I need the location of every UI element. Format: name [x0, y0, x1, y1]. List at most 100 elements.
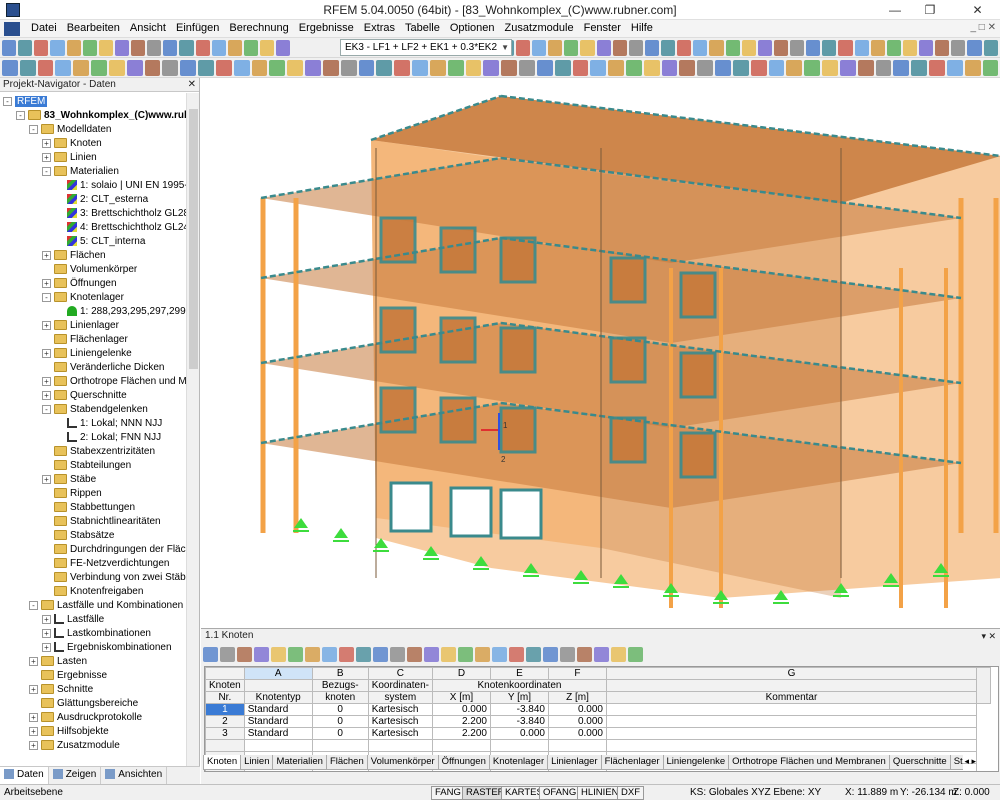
collapse-icon[interactable]: -: [42, 166, 51, 176]
toolbar-tool-icon[interactable]: [114, 40, 129, 56]
toolbar-tool-icon[interactable]: [108, 60, 125, 76]
toolbar-tool-icon[interactable]: [677, 40, 692, 56]
row-number[interactable]: 3: [205, 727, 245, 740]
toolbar-tool-icon[interactable]: [590, 60, 607, 76]
table-tab-linienlager[interactable]: Linienlager: [547, 755, 602, 770]
y-cell[interactable]: -3.840: [489, 715, 549, 728]
table-tab-volumenkorper[interactable]: Volumenkörper: [366, 755, 439, 770]
toolbar-tool-icon[interactable]: [394, 60, 411, 76]
toolbar-tool-icon[interactable]: [935, 40, 950, 56]
menu-fenster[interactable]: Fenster: [579, 22, 626, 34]
z-cell[interactable]: 0.000: [547, 715, 607, 728]
tree-item-flachenlager[interactable]: Flächenlager: [42, 333, 128, 347]
toolbar-tool-icon[interactable]: [195, 40, 210, 56]
toolbar-tool-icon[interactable]: [260, 40, 275, 56]
tree-item-5-clt-interna[interactable]: 5: CLT_interna: [55, 235, 145, 249]
tree-item-ausdruckprotokolle[interactable]: + Ausdruckprotokolle: [29, 711, 142, 725]
toolbar-tool-icon[interactable]: [18, 40, 33, 56]
toolbar-tool-icon[interactable]: [679, 60, 696, 76]
table-tab-knoten[interactable]: Knoten: [203, 755, 242, 770]
toolbar-tool-icon[interactable]: [251, 60, 268, 76]
expand-icon[interactable]: +: [42, 642, 51, 652]
tree-item-modelldaten[interactable]: - Modelldaten: [29, 123, 111, 137]
status-toggle-ofang[interactable]: OFANG: [539, 786, 581, 800]
toolbar-tool-icon[interactable]: [608, 60, 624, 76]
menu-hilfe[interactable]: Hilfe: [626, 22, 658, 34]
tree-item-linienlager[interactable]: + Linienlager: [42, 319, 119, 333]
toolbar-tool-icon[interactable]: [37, 60, 54, 76]
expand-icon[interactable]: +: [42, 250, 51, 260]
scroll-thumb[interactable]: [189, 109, 198, 369]
toolbar-tool-icon[interactable]: [804, 60, 821, 76]
toolbar-tool-icon[interactable]: [786, 60, 803, 76]
z-cell[interactable]: 0.000: [547, 727, 607, 740]
bezugsknoten-cell[interactable]: 0: [311, 727, 369, 740]
toolbar-tool-icon[interactable]: [2, 40, 17, 56]
menu-einfugen[interactable]: Einfügen: [171, 22, 224, 34]
empty-cell[interactable]: [547, 739, 607, 752]
toolbar-tool-icon[interactable]: [554, 60, 571, 76]
minimize-button[interactable]: —: [880, 0, 910, 20]
toolbar-tool-icon[interactable]: [919, 40, 934, 56]
tree-item-stabteilungen[interactable]: Stabteilungen: [42, 459, 131, 473]
expand-icon[interactable]: +: [42, 614, 51, 624]
row-number[interactable]: 2: [205, 715, 245, 728]
expand-icon[interactable]: +: [42, 278, 51, 288]
table-tool-icon[interactable]: [560, 646, 575, 662]
toolbar-tool-icon[interactable]: [429, 60, 446, 76]
toolbar-tool-icon[interactable]: [322, 60, 339, 76]
toolbar-tool-icon[interactable]: [198, 60, 214, 76]
expand-icon[interactable]: +: [42, 138, 51, 148]
toolbar-tool-icon[interactable]: [163, 40, 178, 56]
table-tool-icon[interactable]: [509, 646, 524, 662]
table-tool-icon[interactable]: [254, 646, 269, 662]
toolbar-tool-icon[interactable]: [854, 40, 869, 56]
table-tool-icon[interactable]: [441, 646, 456, 662]
tree-item-offnungen[interactable]: + Öffnungen: [42, 277, 117, 291]
toolbar-tool-icon[interactable]: [822, 60, 838, 76]
tree-item-verbindung-von-zwei-staben[interactable]: Verbindung von zwei Stäben: [42, 571, 186, 585]
toolbar-tool-icon[interactable]: [519, 60, 535, 76]
tree-item-linien[interactable]: + Linien: [42, 151, 97, 165]
status-toggle-hlinien[interactable]: HLINIEN: [577, 786, 623, 800]
kommentar-cell[interactable]: [605, 703, 977, 716]
toolbar-tool-icon[interactable]: [179, 40, 194, 56]
tree-item-stabbettungen[interactable]: Stabbettungen: [42, 501, 135, 515]
table-tab-querschnitte[interactable]: Querschnitte: [888, 755, 951, 770]
expand-icon[interactable]: +: [29, 726, 38, 736]
knotentyp-cell[interactable]: Standard: [243, 715, 313, 728]
tree-item-3-brettschichtholz-gl28c[interactable]: 3: Brettschichtholz GL28c: [55, 207, 186, 221]
expand-icon[interactable]: +: [29, 656, 38, 666]
table-tool-icon[interactable]: [373, 646, 388, 662]
toolbar-tool-icon[interactable]: [715, 60, 731, 76]
toolbar-tool-icon[interactable]: [376, 60, 393, 76]
collapse-icon[interactable]: -: [3, 96, 12, 106]
loadcase-combo[interactable]: EK3 - LF1 + LF2 + EK1 + 0.3*EK2 ▼: [340, 39, 512, 56]
toolbar-tool-icon[interactable]: [964, 60, 981, 76]
tree-item-lastkombinationen[interactable]: + Lastkombinationen: [42, 627, 151, 641]
table-tool-icon[interactable]: [203, 646, 218, 662]
tree-item-liniengelenke[interactable]: + Liniengelenke: [42, 347, 132, 361]
toolbar-tool-icon[interactable]: [215, 60, 232, 76]
koordinatensystem-cell[interactable]: Kartesisch: [367, 715, 433, 728]
nav-tab-zeigen[interactable]: Zeigen: [49, 767, 102, 784]
table-tab-materialien[interactable]: Materialien: [272, 755, 327, 770]
toolbar-tool-icon[interactable]: [287, 60, 304, 76]
tree-item-knotenfreigaben[interactable]: Knotenfreigaben: [42, 585, 143, 599]
toolbar-tool-icon[interactable]: [732, 60, 749, 76]
z-cell[interactable]: 0.000: [547, 703, 607, 716]
toolbar-tool-icon[interactable]: [211, 40, 226, 56]
expand-icon[interactable]: +: [29, 740, 38, 750]
toolbar-tool-icon[interactable]: [483, 60, 500, 76]
toolbar-tool-icon[interactable]: [162, 60, 179, 76]
col-letter-a[interactable]: A: [243, 667, 313, 680]
y-cell[interactable]: -3.840: [489, 703, 549, 716]
x-cell[interactable]: 2.200: [431, 715, 491, 728]
bezugsknoten-cell[interactable]: 0: [311, 715, 369, 728]
toolbar-tool-icon[interactable]: [91, 60, 107, 76]
toolbar-tool-icon[interactable]: [50, 40, 65, 56]
expand-icon[interactable]: +: [42, 628, 51, 638]
toolbar-tool-icon[interactable]: [857, 60, 874, 76]
col-letter-d[interactable]: D: [431, 667, 491, 680]
table-tool-icon[interactable]: [305, 646, 320, 662]
